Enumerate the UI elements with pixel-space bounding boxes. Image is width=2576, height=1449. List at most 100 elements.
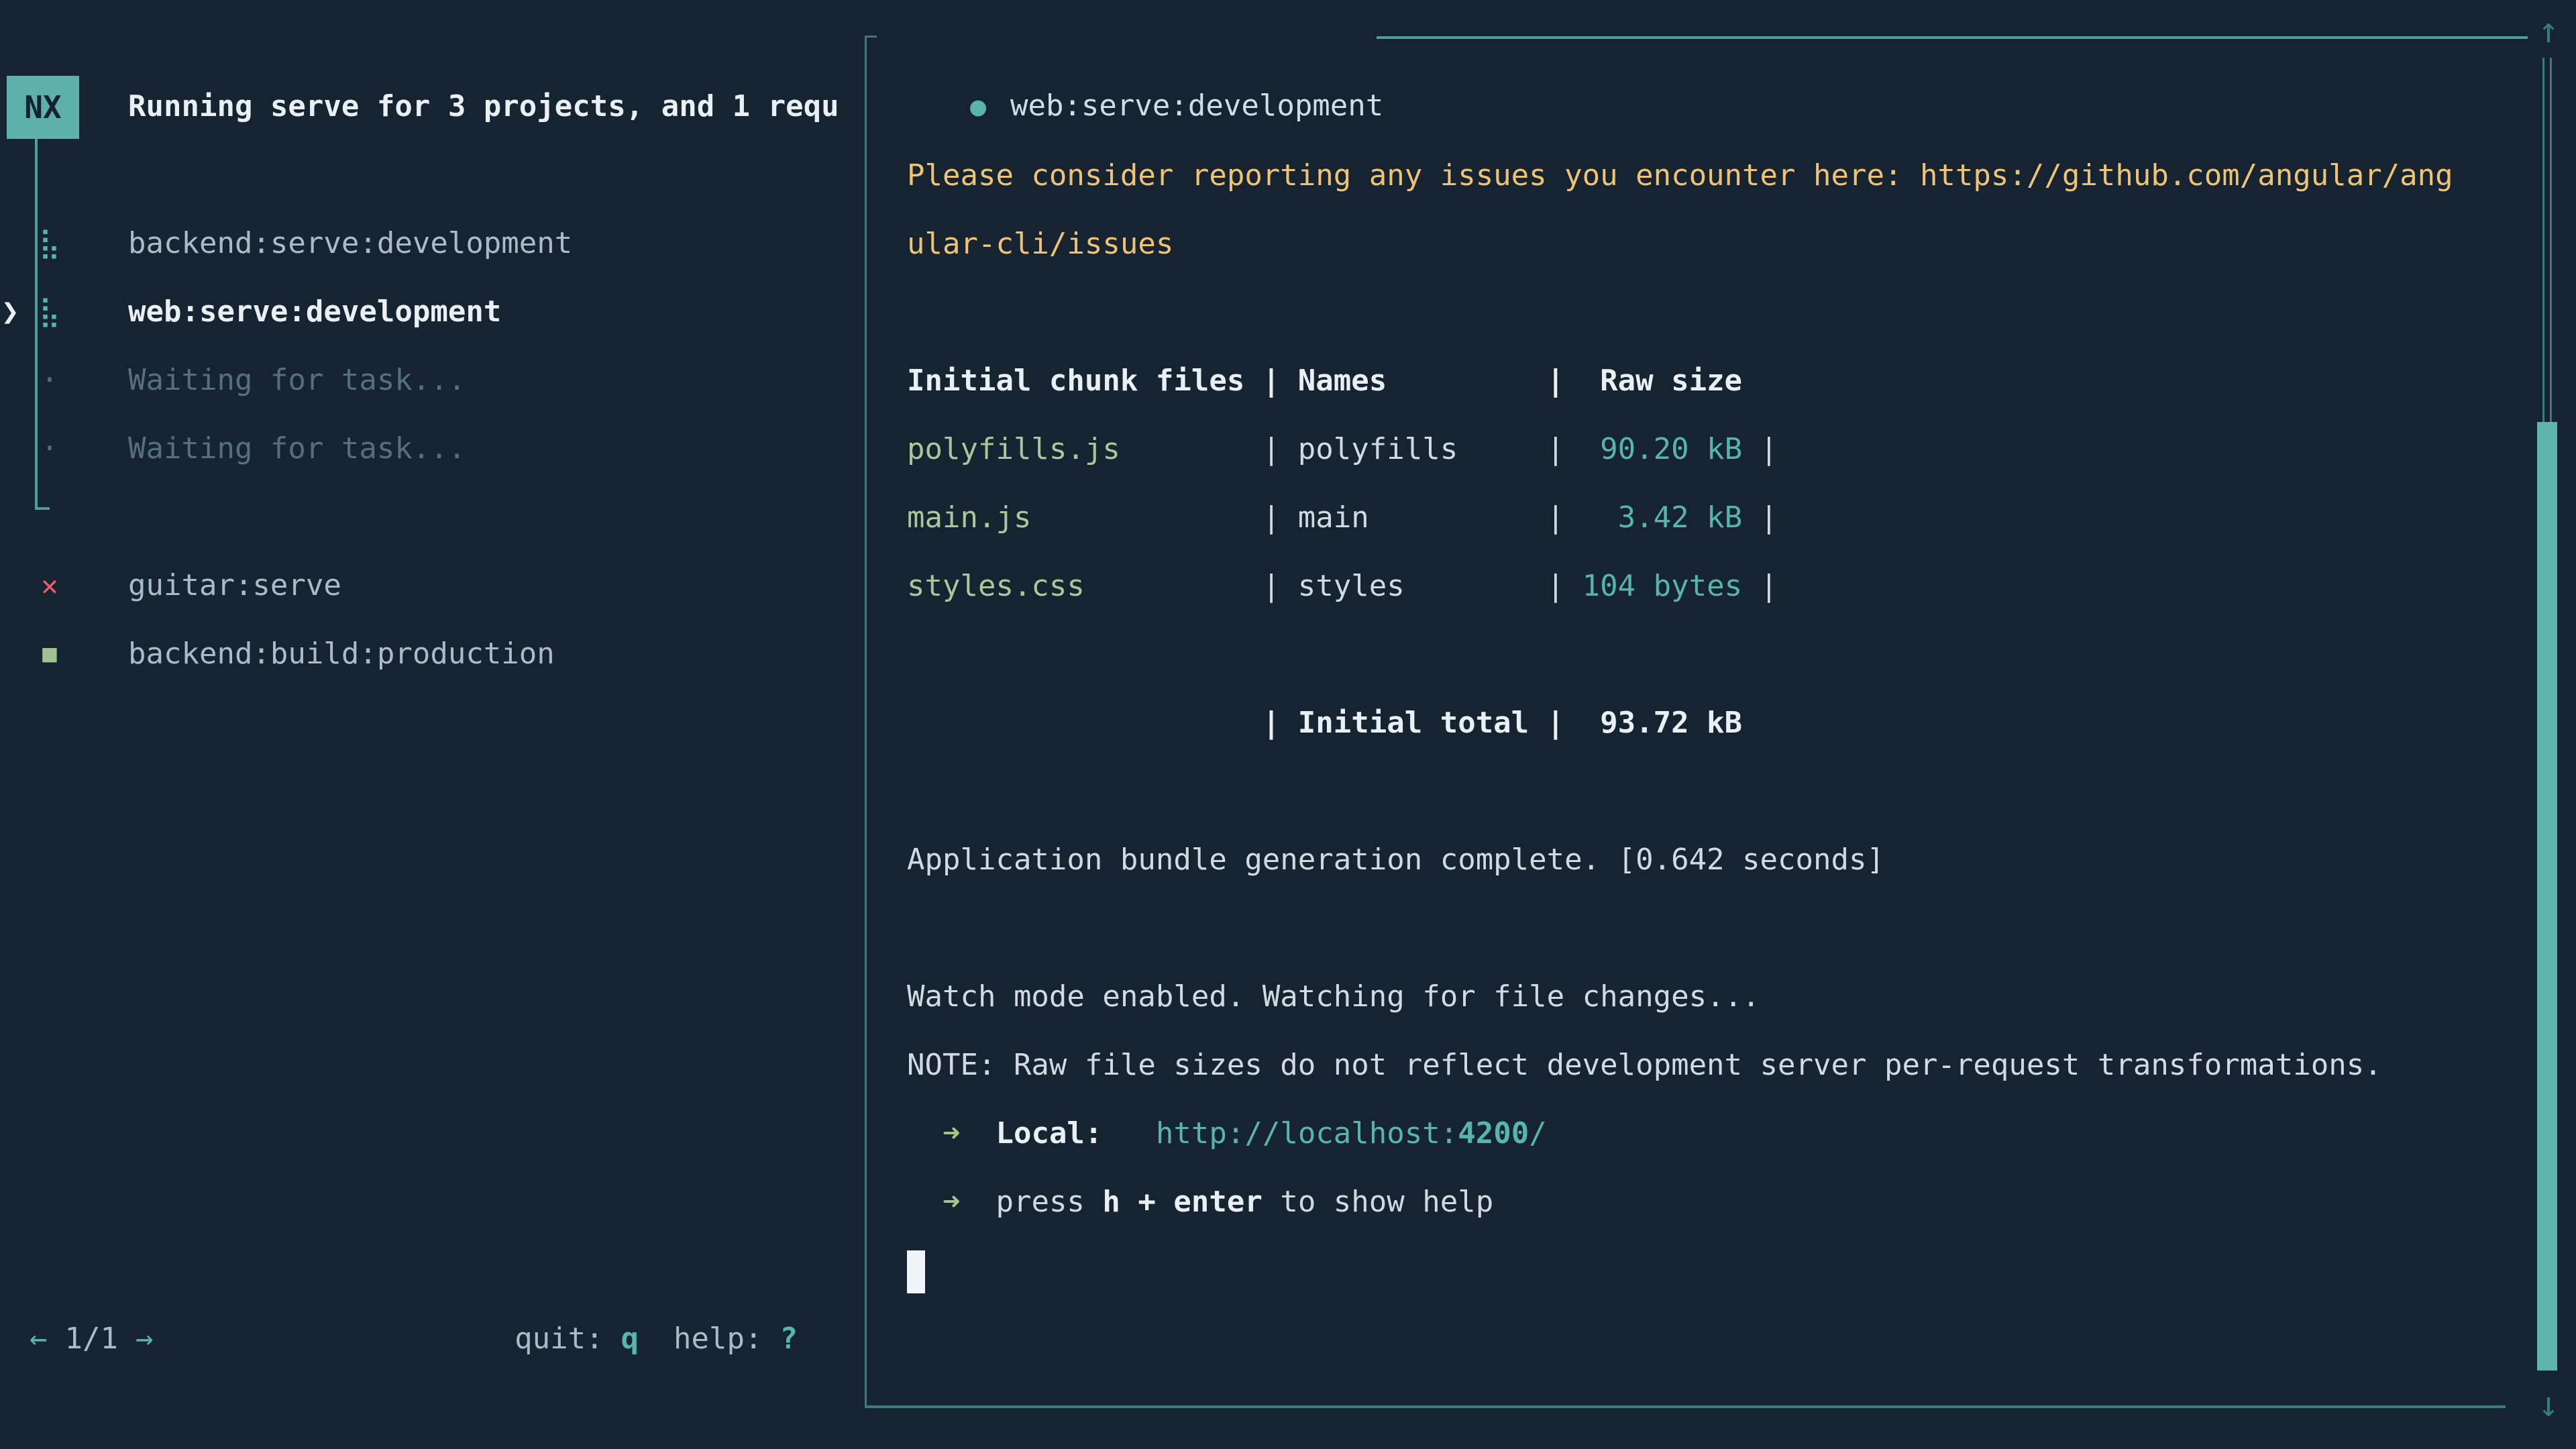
output-segment: Local: — [996, 1116, 1102, 1150]
task-label: Waiting for task... — [128, 346, 466, 415]
output-line: NOTE: Raw file sizes do not reflect deve… — [907, 1031, 2517, 1099]
quit-key[interactable]: q — [621, 1322, 639, 1356]
output-line: polyfills.js | polyfills | 90.20 kB | — [907, 415, 2517, 484]
output-segment: 90.20 kB — [1582, 432, 1742, 466]
output-segment — [960, 1185, 996, 1219]
output-segment — [907, 1185, 943, 1219]
output-segment: main.js — [907, 500, 1263, 535]
local-url[interactable]: http://localhost: — [1156, 1116, 1458, 1150]
output-segment — [907, 1116, 943, 1150]
output-segment: polyfills.js — [907, 432, 1263, 466]
output-line — [907, 278, 2517, 347]
output-segment: main — [1298, 500, 1547, 535]
local-url-port[interactable]: 4200 — [1458, 1116, 1529, 1150]
output-segment — [1102, 1116, 1155, 1150]
output-segment: NOTE: Raw file sizes do not reflect deve… — [907, 1048, 2382, 1082]
output-line — [907, 1236, 2517, 1305]
task-item-web-serve-development[interactable]: ❯⣧ web:serve:development — [0, 278, 865, 346]
task-item-backend-serve-development[interactable]: ⣧backend:serve:development — [0, 209, 865, 278]
running-status-dot-icon: ● — [970, 72, 1010, 141]
output-segment: | — [1263, 569, 1298, 603]
task-label: backend:build:production — [128, 620, 555, 688]
shortcut-hints: quit: q help:? — [515, 1305, 798, 1373]
output-segment: | — [1547, 500, 1582, 535]
panel-title-rule — [1377, 36, 2528, 39]
scrollbar-thumb[interactable] — [2537, 422, 2557, 1371]
output-segment: | Initial total | 93.72 kB — [907, 706, 1742, 740]
panel-border-bottom — [865, 1405, 2506, 1408]
square-icon: ■ — [34, 620, 66, 688]
output-line: ➜ Local: http://localhost:4200/ — [907, 1099, 2517, 1168]
pagination: ← 1/1 → — [30, 1305, 153, 1373]
output-segment: polyfills — [1298, 432, 1547, 466]
panel-title-row: ●web:serve:development — [899, 3, 1383, 72]
output-line: ➜ press h + enter to show help — [907, 1168, 2517, 1236]
output-line — [907, 894, 2517, 963]
cross-icon: ✕ — [34, 551, 66, 620]
output-segment: 3.42 kB — [1582, 500, 1742, 535]
output-segment: Initial chunk files | Names | Raw size — [907, 364, 1742, 398]
nx-logo: NX — [7, 76, 79, 139]
output-segment — [960, 1116, 996, 1150]
page-indicator: 1/1 — [65, 1322, 118, 1356]
scroll-up-icon[interactable]: ↑ — [2525, 0, 2572, 62]
output-segment: Application bundle generation complete. … — [907, 843, 1884, 877]
output-segment: styles — [1298, 569, 1547, 603]
output-line: Initial chunk files | Names | Raw size — [907, 347, 2517, 415]
output-line: | Initial total | 93.72 kB — [907, 689, 2517, 757]
output-segment: ular-cli/issues — [907, 227, 1173, 261]
output-segment: styles.css — [907, 569, 1263, 603]
output-segment: | — [1547, 569, 1582, 603]
output-segment: | — [1263, 500, 1298, 535]
quit-label: quit: — [515, 1322, 603, 1356]
status-bar: ← 1/1 → quit: q help:? — [0, 1305, 865, 1373]
task-item-Waiting-for-task-[interactable]: · Waiting for task... — [0, 415, 865, 483]
output-line: ular-cli/issues — [907, 210, 2517, 278]
output-segment: to show help — [1263, 1185, 1493, 1219]
dot-icon: · — [34, 346, 66, 415]
output-segment: h + enter — [1102, 1185, 1262, 1219]
task-label: backend:serve:development — [128, 209, 572, 278]
help-label: help: — [674, 1322, 762, 1356]
nx-tui-screen: NX Running serve for 3 projects, and 1 r… — [0, 0, 2576, 1449]
output-segment: | — [1742, 569, 1778, 603]
output-line: main.js | main | 3.42 kB | — [907, 484, 2517, 552]
task-label: Waiting for task... — [128, 415, 466, 483]
output-segment: Please consider reporting any issues you… — [907, 158, 2453, 193]
output-line: Please consider reporting any issues you… — [907, 142, 2517, 210]
page-prev-button[interactable]: ← — [30, 1322, 48, 1356]
output-segment: | — [1547, 432, 1582, 466]
output-segment: ➜ — [943, 1116, 961, 1150]
output-segment: 104 bytes — [1582, 569, 1742, 603]
task-item-Waiting-for-task-[interactable]: · Waiting for task... — [0, 346, 865, 415]
spinner-icon: ⣧ — [34, 278, 66, 346]
output-line: Watch mode enabled. Watching for file ch… — [907, 963, 2517, 1031]
output-line — [907, 757, 2517, 826]
output-segment: | — [1742, 500, 1778, 535]
output-line: Application bundle generation complete. … — [907, 826, 2517, 894]
task-label: guitar:serve — [128, 551, 341, 620]
page-title: Running serve for 3 projects, and 1 requ — [128, 72, 839, 141]
local-url-slash[interactable]: / — [1529, 1116, 1547, 1150]
nx-logo-text: NX — [24, 89, 61, 125]
panel-title: web:serve:development — [1010, 89, 1383, 123]
page-next-button[interactable]: → — [136, 1322, 154, 1356]
scroll-down-icon[interactable]: ↓ — [2525, 1374, 2572, 1436]
dot-icon: · — [34, 415, 66, 483]
output-segment: | — [1742, 432, 1778, 466]
task-label: web:serve:development — [128, 278, 501, 346]
output-segment: Watch mode enabled. Watching for file ch… — [907, 979, 1760, 1014]
task-group-branch-corner — [35, 507, 50, 510]
task-item-guitar-serve[interactable]: ✕ guitar:serve — [0, 551, 865, 620]
output-line — [907, 621, 2517, 689]
terminal-cursor — [907, 1250, 925, 1293]
output-segment: press — [996, 1185, 1102, 1219]
panel-border-left — [865, 36, 867, 1408]
scrollbar-track[interactable] — [2542, 58, 2552, 422]
selection-caret-icon: ❯ — [1, 278, 19, 346]
terminal-output: Please consider reporting any issues you… — [907, 142, 2517, 1305]
task-item-backend-build-production[interactable]: ■ backend:build:production — [0, 620, 865, 688]
output-segment: ➜ — [943, 1185, 961, 1219]
help-key[interactable]: ? — [780, 1322, 798, 1356]
output-line: styles.css | styles | 104 bytes | — [907, 552, 2517, 621]
